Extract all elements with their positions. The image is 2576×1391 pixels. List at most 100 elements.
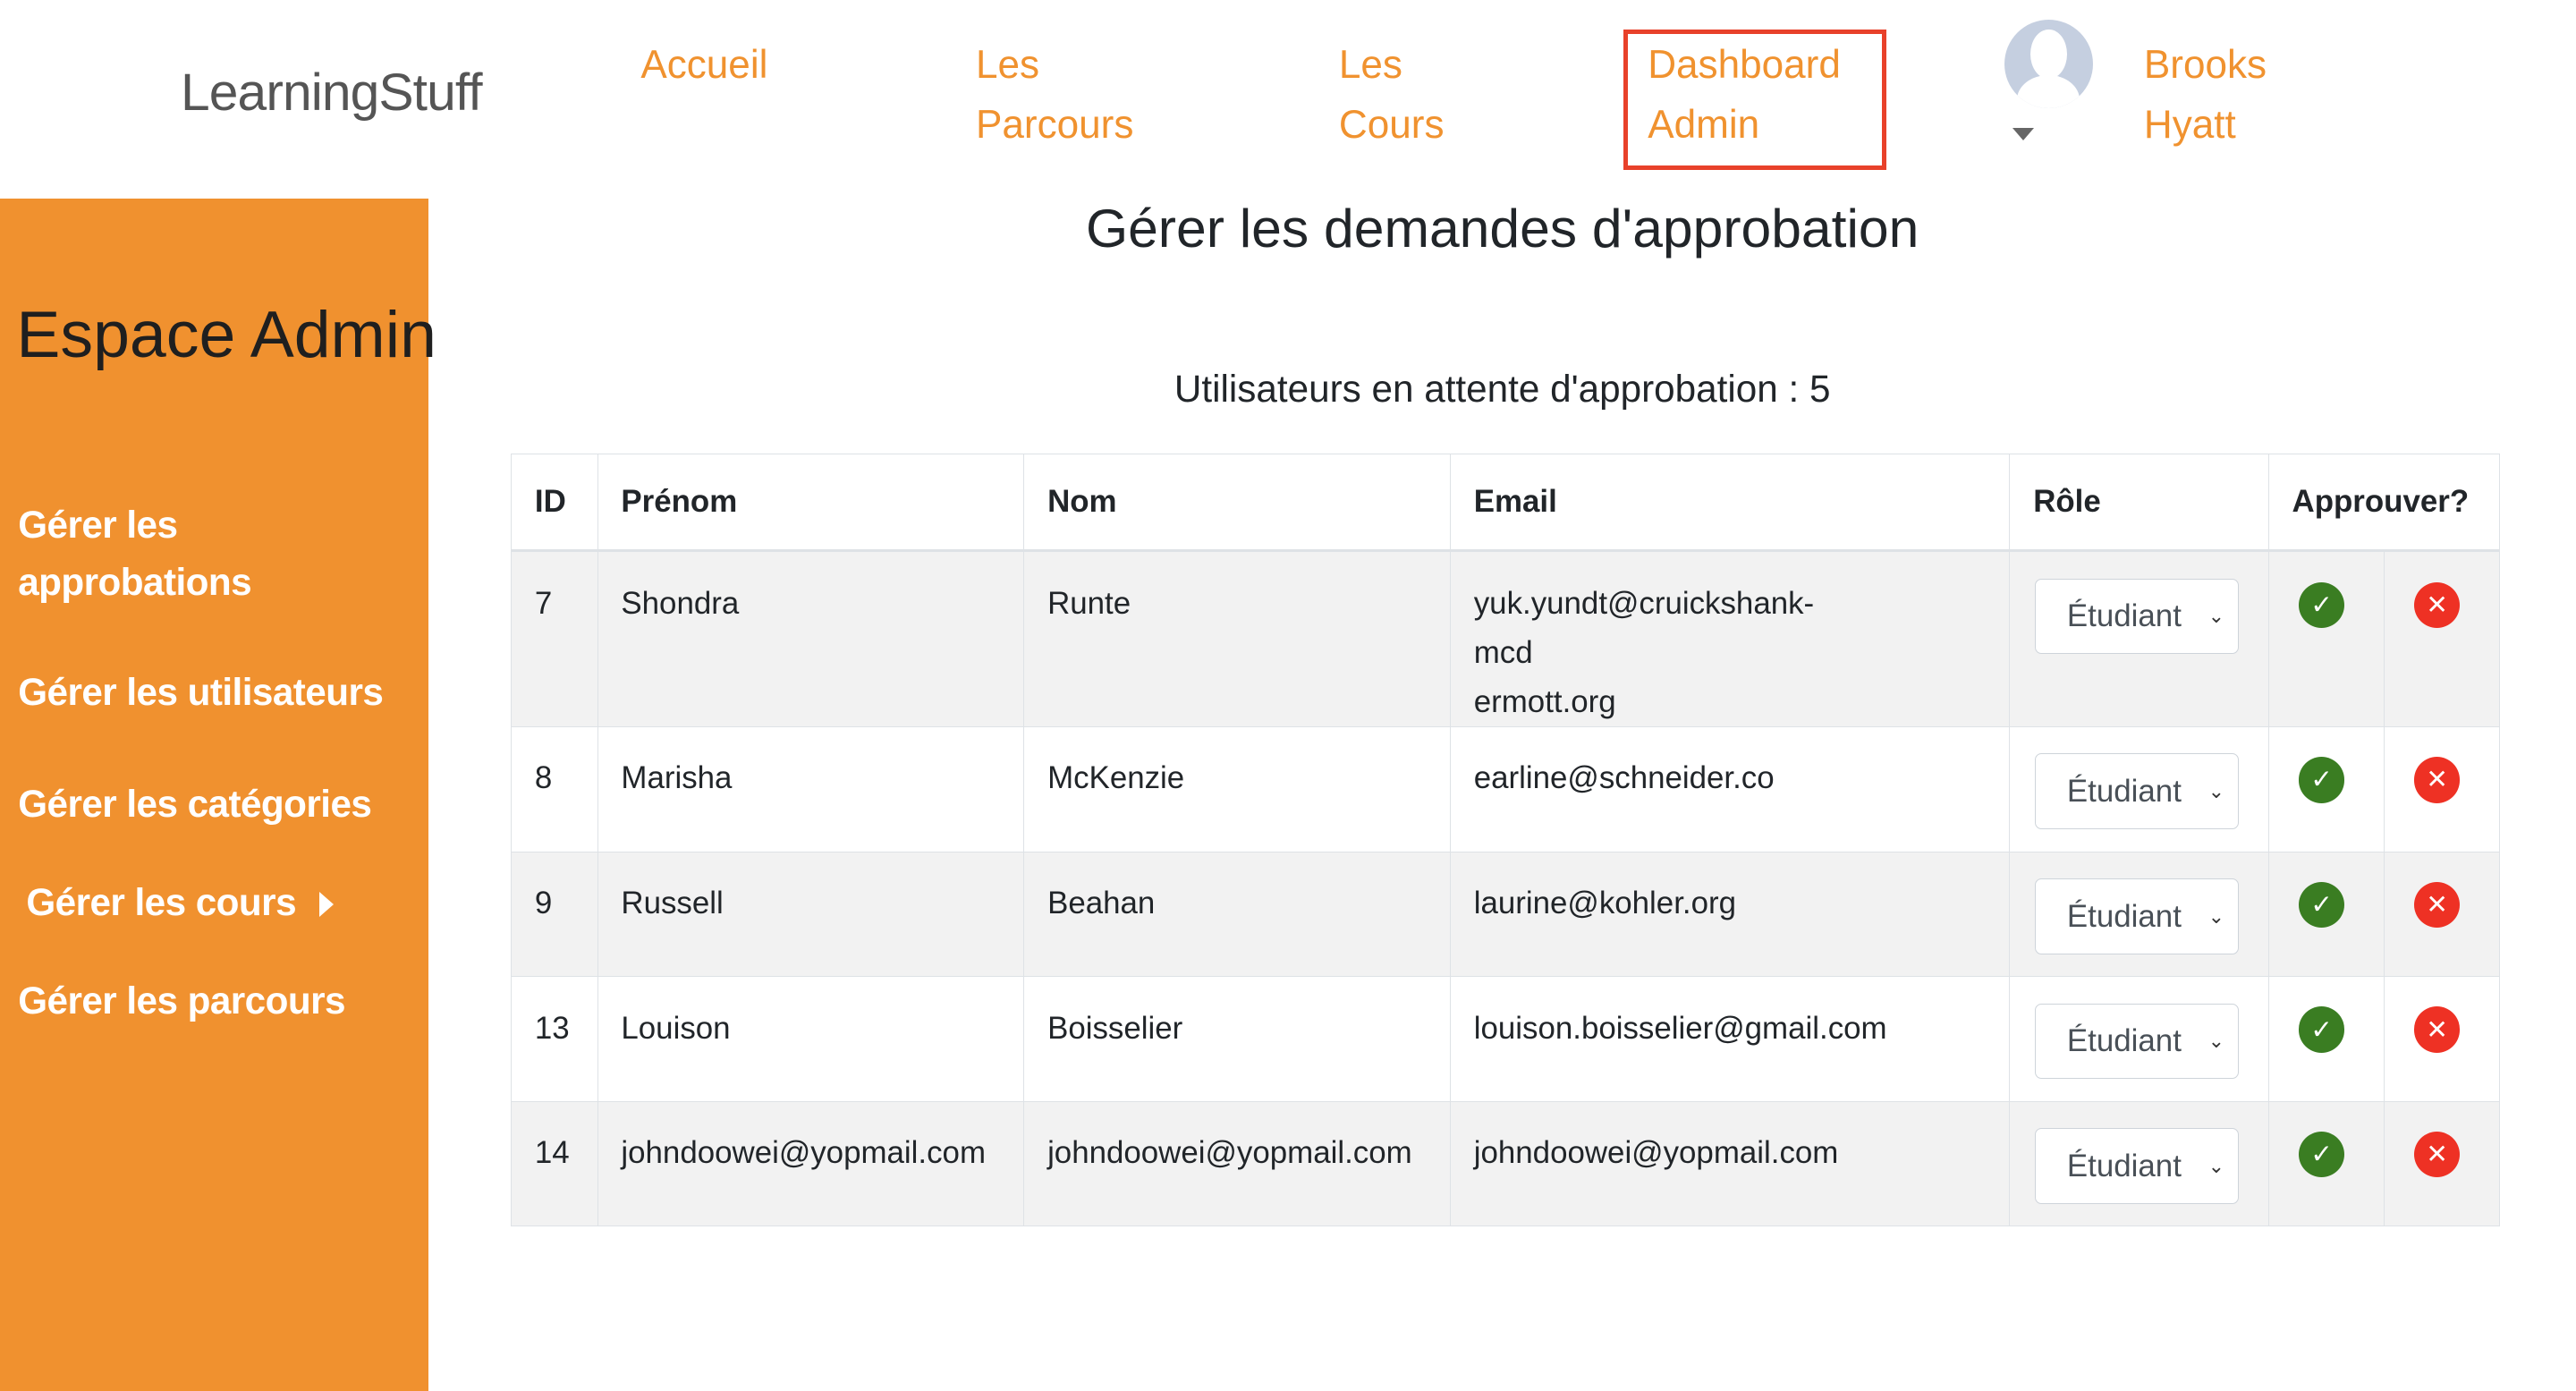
role-value: Étudiant: [2066, 774, 2182, 810]
nav-label: Admin: [1648, 102, 1760, 147]
email-text: yuk.yundt@cruickshank-mcd ermott.org: [1473, 585, 1815, 719]
cell-id: 14: [511, 1100, 598, 1227]
col-approve: Approuver?: [2267, 453, 2500, 553]
cell-email: yuk.yundt@cruickshank-mcd ermott.org: [1450, 550, 2011, 728]
cell-reject: ✕: [2383, 851, 2500, 978]
sidebar-item-categories[interactable]: Gérer les catégories: [18, 776, 372, 833]
sidebar-item-utilisateurs[interactable]: Gérer les utilisateurs: [18, 664, 384, 721]
reject-x-icon[interactable]: ✕: [2413, 1132, 2461, 1178]
approve-check-icon[interactable]: ✓: [2298, 881, 2345, 929]
email-text: earline@schneider.co: [1473, 760, 1775, 796]
cell-approve: ✓: [2267, 1100, 2385, 1227]
role-value: Étudiant: [2066, 898, 2182, 934]
cell-email: earline@schneider.co: [1450, 726, 2011, 852]
cell-id: 9: [511, 851, 598, 978]
chevron-down-icon: ⌄: [2207, 904, 2225, 928]
chevron-down-icon: ⌄: [2207, 605, 2225, 628]
cell-nom: Runte: [1023, 550, 1452, 728]
cell-prenom: Russell: [597, 851, 1025, 978]
col-nom: Nom: [1023, 453, 1452, 553]
cell-email: laurine@kohler.org: [1450, 851, 2011, 978]
user-first: Brooks: [2143, 43, 2267, 88]
role-select[interactable]: Étudiant ⌄: [2035, 1128, 2239, 1204]
role-value: Étudiant: [2066, 598, 2182, 634]
nav-label: Parcours: [975, 102, 1134, 147]
nav-dashboard-admin[interactable]: Dashboard Admin: [1648, 36, 1841, 154]
cell-approve: ✓: [2267, 976, 2385, 1102]
col-id: ID: [511, 453, 598, 553]
approvals-table: ID Prénom Nom Email Rôle Approuver? 7 Sh…: [511, 453, 2500, 1227]
avatar-icon[interactable]: [2004, 20, 2093, 109]
caret-down-icon[interactable]: [2012, 128, 2034, 140]
cell-email: louison.boisselier@gmail.com: [1450, 976, 2011, 1102]
table-row: 9 Russell Beahan laurine@kohler.org Étud…: [511, 851, 2500, 978]
user-name[interactable]: Brooks Hyatt: [2144, 36, 2267, 154]
cell-nom: johndoowei@yopmail.com: [1023, 1100, 1452, 1227]
nav-accueil[interactable]: Accueil: [640, 36, 767, 95]
label: Gérer les: [18, 503, 178, 546]
cell-id: 8: [511, 726, 598, 852]
logo[interactable]: LearningStuff: [181, 63, 483, 123]
role-select[interactable]: Étudiant ⌄: [2035, 1003, 2239, 1080]
cell-prenom: johndoowei@yopmail.com: [597, 1100, 1025, 1227]
cell-role: Étudiant ⌄: [2009, 851, 2269, 978]
approve-check-icon[interactable]: ✓: [2298, 1132, 2345, 1178]
chevron-down-icon: ⌄: [2207, 1030, 2225, 1053]
cell-approve: ✓: [2267, 550, 2385, 728]
cell-reject: ✕: [2383, 550, 2500, 728]
page: LearningStuff Accueil Les Parcours Les Cou…: [0, 0, 2576, 1391]
sidebar-title: Espace Admin: [16, 296, 436, 371]
approve-check-icon[interactable]: ✓: [2298, 757, 2345, 803]
cell-role: Étudiant ⌄: [2009, 726, 2269, 852]
approve-check-icon[interactable]: ✓: [2298, 581, 2345, 629]
reject-x-icon[interactable]: ✕: [2413, 881, 2461, 929]
approve-check-icon[interactable]: ✓: [2298, 1006, 2345, 1053]
cell-nom: Boisselier: [1023, 976, 1452, 1102]
role-select[interactable]: Étudiant ⌄: [2035, 878, 2239, 954]
cell-reject: ✕: [2383, 1100, 2500, 1227]
nav-label: Les: [975, 43, 1040, 88]
cell-id: 13: [511, 976, 598, 1102]
cell-role: Étudiant ⌄: [2009, 550, 2269, 728]
reject-x-icon[interactable]: ✕: [2413, 581, 2461, 629]
table-row: 14 johndoowei@yopmail.com johndoowei@yop…: [511, 1100, 2500, 1227]
role-value: Étudiant: [2066, 1023, 2182, 1059]
cell-nom: McKenzie: [1023, 726, 1452, 852]
cell-prenom: Louison: [597, 976, 1025, 1102]
sidebar-item-cours[interactable]: Gérer les cours: [26, 874, 334, 931]
chevron-down-icon: ⌄: [2207, 780, 2225, 803]
table-header: ID Prénom Nom Email Rôle Approuver?: [511, 453, 2500, 553]
cell-prenom: Shondra: [597, 550, 1025, 728]
cell-nom: Beahan: [1023, 851, 1452, 978]
role-select[interactable]: Étudiant ⌄: [2035, 578, 2239, 655]
user-last: Hyatt: [2143, 102, 2236, 147]
nav-cours[interactable]: Les Cours: [1339, 36, 1445, 154]
cell-prenom: Marisha: [597, 726, 1025, 852]
page-title: Gérer les demandes d'approbation: [1085, 198, 1919, 259]
cell-reject: ✕: [2383, 726, 2500, 852]
cell-approve: ✓: [2267, 851, 2385, 978]
table-row: 8 Marisha McKenzie earline@schneider.co …: [511, 726, 2500, 852]
nav-parcours[interactable]: Les Parcours: [976, 36, 1133, 154]
caret-right-icon: [318, 891, 334, 917]
col-role: Rôle: [2009, 453, 2269, 553]
sidebar-item-approbations[interactable]: Gérer les approbations: [18, 496, 251, 612]
reject-x-icon[interactable]: ✕: [2413, 1006, 2461, 1053]
email-text: johndoowei@yopmail.com: [1473, 1135, 1839, 1171]
cell-role: Étudiant ⌄: [2009, 976, 2269, 1102]
role-select[interactable]: Étudiant ⌄: [2035, 753, 2239, 829]
nav-label: Accueil: [640, 43, 768, 88]
nav-label: Les: [1338, 43, 1402, 88]
col-email: Email: [1450, 453, 2011, 553]
label: approbations: [18, 560, 252, 603]
cell-id: 7: [511, 550, 598, 728]
chevron-down-icon: ⌄: [2207, 1154, 2225, 1177]
pending-count: Utilisateurs en attente d'approbation : …: [1174, 368, 1831, 411]
role-value: Étudiant: [2066, 1148, 2182, 1183]
reject-x-icon[interactable]: ✕: [2413, 757, 2461, 803]
email-text: louison.boisselier@gmail.com: [1473, 1010, 1887, 1046]
table-row: 7 Shondra Runte yuk.yundt@cruickshank-mc…: [511, 550, 2500, 728]
table-row: 13 Louison Boisselier louison.boisselier…: [511, 976, 2500, 1102]
email-text: laurine@kohler.org: [1473, 886, 1736, 921]
sidebar-item-parcours[interactable]: Gérer les parcours: [18, 972, 345, 1030]
